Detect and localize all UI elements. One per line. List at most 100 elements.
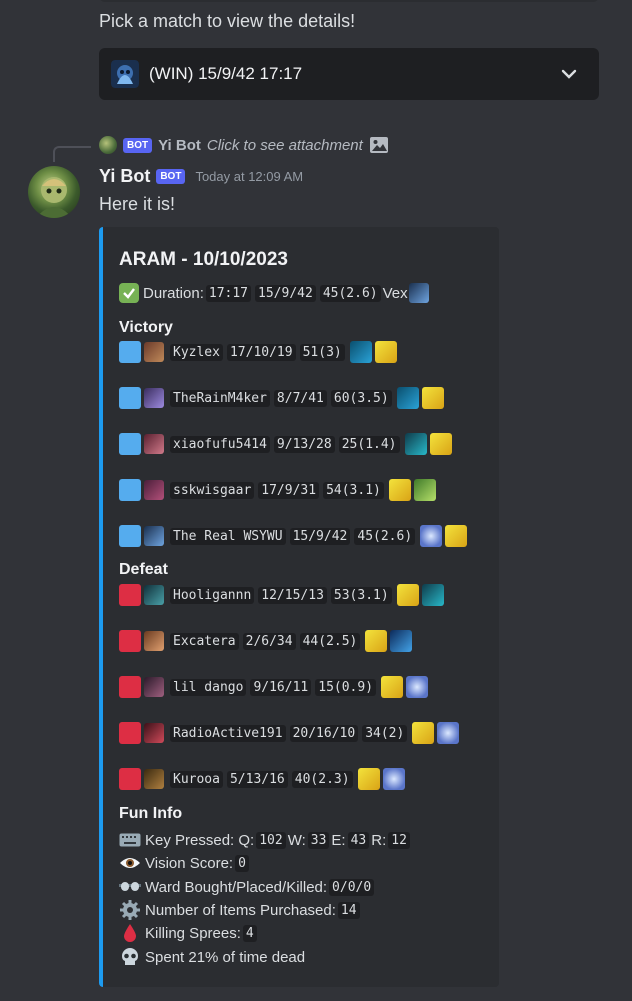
select-value: (WIN) 15/9/42 17:17: [149, 64, 303, 83]
player-cs: 60(3.5): [330, 389, 392, 407]
dead-text: Spent 21% of time dead: [145, 948, 306, 966]
duration-time: 17:17: [205, 284, 252, 302]
champion-icon: [144, 434, 164, 454]
victory-header: Victory: [119, 319, 173, 336]
username[interactable]: Yi Bot: [99, 166, 150, 187]
player-kda: 17/9/31: [258, 481, 320, 499]
duration-line: Duration: 17:17 15/9/42 45(2.6) Vex: [119, 283, 433, 303]
check-mark-icon: [119, 283, 139, 303]
player-name: RadioActive191: [170, 724, 286, 742]
chevron-down-icon: [561, 69, 577, 79]
avatar[interactable]: [28, 166, 80, 218]
ghost-spell-icon: [421, 584, 444, 606]
champion-icon: [144, 526, 164, 546]
player-kda: 15/9/42: [289, 527, 351, 545]
goggles-icon: [119, 876, 141, 898]
key-w-value: 33: [307, 831, 330, 849]
fun-info-header: Fun Info: [119, 805, 183, 822]
reply-username[interactable]: Yi Bot: [158, 137, 201, 154]
mark-spell-icon: [349, 341, 372, 363]
victory-player-row: The Real WSYWU 15/9/42 45(2.6): [119, 525, 468, 547]
defeat-player-row: RadioActive191 20/16/10 34(2): [119, 722, 460, 744]
duration-label: Duration:: [143, 284, 204, 302]
champion-icon: [144, 631, 164, 651]
ward-label: Ward Bought/Placed/Killed:: [145, 878, 328, 896]
player-cs: 40(2.3): [291, 770, 353, 788]
defeat-player-row: lil dango 9/16/11 15(0.9): [119, 676, 429, 698]
flash-spell-icon: [396, 584, 419, 606]
defeat-player-row: Excatera 2/6/34 44(2.5): [119, 630, 413, 652]
sprees-line: Killing Sprees: 4: [119, 922, 259, 944]
snowball-spell-icon: [420, 525, 443, 547]
match-select-dropdown[interactable]: (WIN) 15/9/42 17:17: [99, 48, 599, 100]
skull-icon: [119, 946, 141, 968]
snowball-spell-icon: [406, 676, 429, 698]
player-name: sskwisgaar: [170, 481, 255, 499]
player-name: xiaofufu5414: [170, 435, 270, 453]
vision-value: 0: [235, 854, 249, 872]
blue-square-icon: [119, 341, 141, 363]
clarity-spell-icon: [390, 630, 413, 652]
key-e-label: E:: [331, 831, 346, 849]
vision-line: Vision Score: 0: [119, 852, 251, 874]
sprees-value: 4: [242, 924, 257, 942]
player-cs: 54(3.1): [323, 481, 384, 499]
key-w-label: W:: [287, 831, 306, 849]
key-r-label: R:: [371, 831, 387, 849]
champion-icon: [144, 342, 164, 362]
ward-line: Ward Bought/Placed/Killed: 0/0/0: [119, 876, 376, 898]
flash-spell-icon: [374, 341, 397, 363]
keys-label: Key Pressed: Q:: [145, 831, 255, 849]
flash-spell-icon: [381, 676, 404, 698]
champion-icon: [144, 585, 164, 605]
player-cs: 44(2.5): [299, 632, 361, 650]
flash-spell-icon: [357, 768, 380, 790]
player-kda: 2/6/34: [242, 632, 296, 650]
key-e-value: 43: [347, 831, 370, 849]
key-q-value: 102: [256, 831, 286, 849]
flash-spell-icon: [421, 387, 444, 409]
mark-spell-icon: [396, 387, 419, 409]
victory-player-row: xiaofufu5414 9/13/28 25(1.4): [119, 433, 452, 455]
player-name: lil dango: [170, 678, 247, 696]
reply-connector: [53, 146, 91, 162]
keyboard-icon: [119, 829, 141, 851]
champion-icon: [144, 677, 164, 697]
embed-title: ARAM - 10/10/2023: [119, 249, 288, 270]
ghost-spell-icon: [404, 433, 427, 455]
player-cs: 51(3): [299, 343, 345, 361]
champion-icon: [111, 60, 139, 88]
player-cs: 25(1.4): [338, 435, 400, 453]
victory-player-row: Kyzlex 17/10/19 51(3): [119, 341, 397, 363]
player-name: TheRainM4ker: [170, 389, 270, 407]
player-kda: 9/16/11: [250, 678, 312, 696]
player-kda: 5/13/16: [226, 770, 288, 788]
dead-line: Spent 21% of time dead: [119, 946, 305, 968]
match-embed: ARAM - 10/10/2023 Duration: 17:17 15/9/4…: [99, 227, 499, 987]
items-line: Number of Items Purchased: 14: [119, 899, 362, 921]
timestamp[interactable]: Today at 12:09 AM: [195, 169, 303, 184]
blue-square-icon: [119, 525, 141, 547]
sprees-label: Killing Sprees:: [145, 924, 241, 942]
defeat-player-row: Hooligannn 12/15/13 53(3.1): [119, 584, 444, 606]
reply-avatar: [99, 136, 117, 154]
defeat-header: Defeat: [119, 561, 168, 578]
red-square-icon: [119, 676, 141, 698]
victory-player-row: TheRainM4ker 8/7/41 60(3.5): [119, 387, 444, 409]
player-name: Kyzlex: [170, 343, 223, 361]
duration-kda: 15/9/42: [255, 284, 316, 302]
player-name: Hooligannn: [170, 586, 255, 604]
items-value: 14: [337, 901, 360, 919]
champion-icon: [144, 723, 164, 743]
player-kda: 17/10/19: [226, 343, 296, 361]
champion-icon: [408, 283, 429, 303]
victory-player-row: sskwisgaar 17/9/31 54(3.1): [119, 479, 436, 501]
reply-attachment-text[interactable]: Click to see attachment: [207, 137, 363, 154]
defeat-player-row: Kurooa 5/13/16 40(2.3): [119, 768, 405, 790]
reply-reference[interactable]: BOT Yi Bot Click to see attachment: [99, 136, 389, 154]
drop-of-blood-icon: [119, 922, 141, 944]
red-square-icon: [119, 584, 141, 606]
player-cs: 53(3.1): [330, 586, 392, 604]
flash-spell-icon: [445, 525, 468, 547]
champion-icon: [144, 769, 164, 789]
